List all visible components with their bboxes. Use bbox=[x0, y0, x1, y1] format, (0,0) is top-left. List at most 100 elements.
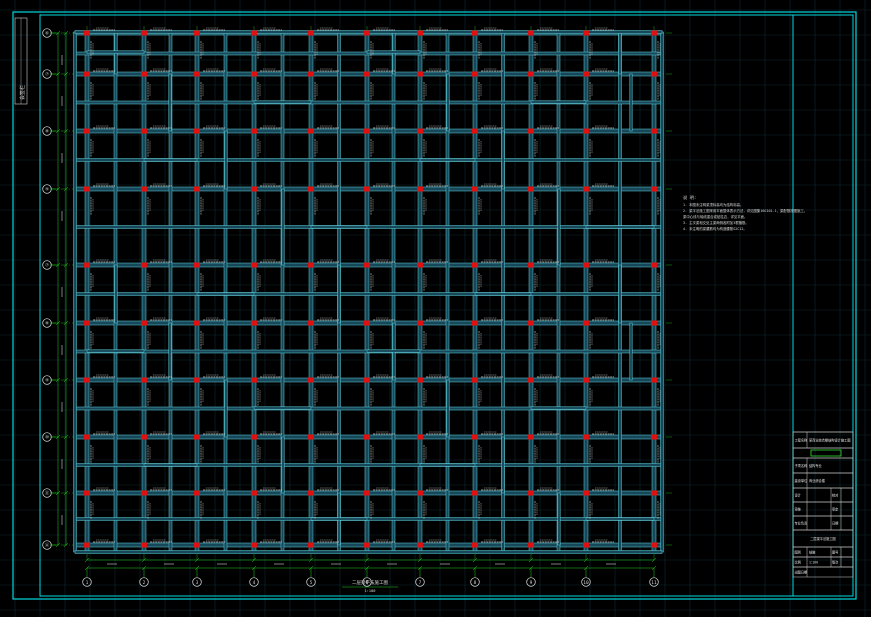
column-marker bbox=[84, 377, 90, 383]
svg-text:Ⓐ: Ⓐ bbox=[45, 542, 50, 549]
column-marker bbox=[84, 542, 90, 548]
title-block-label: 子项名称 bbox=[795, 463, 809, 468]
beam bbox=[530, 406, 587, 410]
column-marker bbox=[194, 320, 200, 326]
title-block-extra: 审定 bbox=[832, 506, 839, 511]
column-marker bbox=[528, 542, 534, 548]
beam bbox=[196, 292, 255, 296]
column-marker bbox=[417, 490, 423, 496]
column-marker bbox=[194, 186, 200, 192]
title-block-value: 结施 bbox=[809, 549, 816, 554]
beam bbox=[530, 100, 587, 104]
title-block-label: 出图日期 bbox=[795, 569, 808, 574]
column-marker bbox=[417, 434, 423, 440]
column-marker bbox=[651, 377, 657, 383]
column-marker bbox=[141, 186, 147, 192]
beam bbox=[224, 130, 228, 190]
column-marker bbox=[417, 320, 423, 326]
beam bbox=[194, 31, 200, 553]
beam bbox=[114, 264, 118, 324]
svg-text:5: 5 bbox=[310, 580, 313, 586]
column-marker bbox=[364, 71, 370, 77]
beam bbox=[168, 322, 172, 381]
beam bbox=[392, 32, 396, 75]
column-marker bbox=[417, 186, 423, 192]
column-marker bbox=[364, 542, 370, 548]
beam bbox=[557, 492, 561, 546]
column-marker bbox=[417, 30, 423, 36]
column-marker bbox=[472, 186, 478, 192]
beam bbox=[472, 31, 478, 553]
column-marker bbox=[251, 186, 257, 192]
column-marker bbox=[364, 434, 370, 440]
beam bbox=[391, 31, 396, 553]
column-marker bbox=[472, 30, 478, 36]
column-marker bbox=[308, 434, 314, 440]
beam bbox=[74, 517, 663, 521]
column-marker bbox=[417, 71, 423, 77]
column-marker bbox=[251, 542, 257, 548]
column-marker bbox=[308, 30, 314, 36]
note-line: 梁中心线与轴线重合或贴柱边，详见平面。 bbox=[683, 214, 747, 219]
beam bbox=[74, 292, 663, 296]
column-marker bbox=[528, 186, 534, 192]
column-marker bbox=[251, 320, 257, 326]
title-block-value: 二层梁平法施工图 bbox=[810, 536, 836, 541]
svg-text:1: 1 bbox=[86, 580, 89, 586]
beam bbox=[73, 31, 77, 553]
beam bbox=[308, 31, 314, 553]
column-marker bbox=[308, 262, 314, 268]
column-marker bbox=[472, 128, 478, 134]
left-strip-label: 会签栏 bbox=[19, 85, 26, 100]
beam bbox=[366, 349, 421, 353]
title-block-label: 图别 bbox=[795, 549, 801, 554]
svg-text:8: 8 bbox=[474, 580, 477, 586]
note-line: 2. 梁平法施工图采用平面整体表示方法，详见图集16G101-1，梁配筋按图施工… bbox=[683, 208, 807, 213]
column-marker bbox=[364, 186, 370, 192]
column-marker bbox=[251, 71, 257, 77]
column-marker bbox=[472, 542, 478, 548]
title-block-label: 审核 bbox=[795, 506, 802, 511]
beam bbox=[446, 379, 450, 438]
title-block-label: 专业负责 bbox=[795, 520, 808, 525]
column-marker bbox=[194, 542, 200, 548]
column-marker bbox=[472, 71, 478, 77]
beam bbox=[364, 31, 370, 553]
column-marker bbox=[308, 71, 314, 77]
column-marker bbox=[364, 128, 370, 134]
column-marker bbox=[651, 71, 657, 77]
beam bbox=[223, 31, 228, 553]
column-marker bbox=[583, 71, 589, 77]
title-block-extra: 日期 bbox=[832, 520, 838, 525]
beam bbox=[281, 436, 285, 494]
column-marker bbox=[651, 542, 657, 548]
title-block-value: 结构专业 bbox=[809, 463, 822, 468]
beam bbox=[253, 100, 312, 104]
column-marker bbox=[251, 262, 257, 268]
notes-heading: 说 明: bbox=[683, 194, 696, 201]
column-marker bbox=[583, 186, 589, 192]
beam bbox=[86, 349, 145, 353]
column-marker bbox=[528, 30, 534, 36]
column-marker bbox=[141, 262, 147, 268]
beam bbox=[651, 31, 657, 553]
beam bbox=[618, 264, 622, 324]
beam bbox=[501, 130, 505, 190]
column-marker bbox=[364, 490, 370, 496]
title-block-label: 工程名称 bbox=[795, 437, 809, 442]
column-marker bbox=[141, 128, 147, 134]
column-marker bbox=[141, 542, 147, 548]
column-marker bbox=[417, 262, 423, 268]
column-marker bbox=[528, 377, 534, 383]
column-marker bbox=[364, 320, 370, 326]
beam bbox=[74, 550, 663, 554]
column-marker bbox=[583, 30, 589, 36]
column-marker bbox=[84, 71, 90, 77]
beam bbox=[74, 225, 663, 229]
column-marker bbox=[472, 490, 478, 496]
column-marker bbox=[583, 128, 589, 134]
column-marker bbox=[583, 377, 589, 383]
column-marker bbox=[308, 186, 314, 192]
svg-text:11: 11 bbox=[651, 580, 657, 586]
beam bbox=[168, 73, 172, 132]
